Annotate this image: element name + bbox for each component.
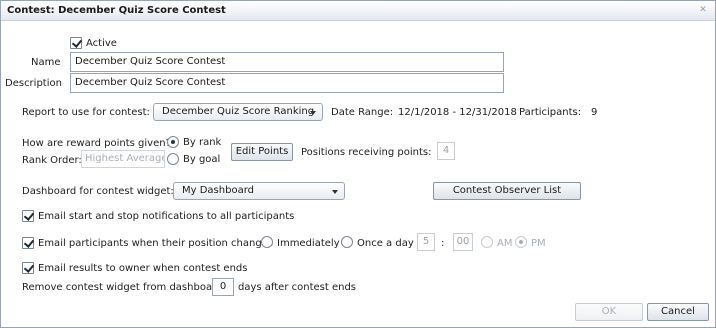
edit-points-button[interactable]: Edit Points [231, 143, 293, 161]
dashboard-select-value: My Dashboard [182, 185, 254, 196]
report-label: Report to use for contest: [22, 107, 150, 118]
participants-value: 9 [591, 107, 598, 118]
remove-widget-label: Remove contest widget from dashboard: [22, 282, 226, 293]
report-select-value: December Quiz Score Ranking [162, 106, 315, 117]
active-checkbox[interactable] [70, 37, 82, 49]
description-label: Description [5, 78, 62, 89]
name-label: Name [31, 57, 61, 68]
description-input[interactable]: December Quiz Score Contest [70, 73, 504, 93]
by-rank-label: By rank [183, 137, 222, 148]
chevron-down-icon [332, 190, 338, 194]
by-goal-label: By goal [183, 154, 221, 165]
minute-input[interactable]: 00 [453, 233, 473, 251]
email-position-checkbox[interactable] [22, 237, 34, 249]
name-input[interactable]: December Quiz Score Contest [70, 52, 504, 72]
remove-widget-suffix: days after contest ends [238, 282, 357, 293]
am-label: AM [497, 238, 513, 249]
positions-input[interactable]: 4 [437, 142, 455, 160]
positions-label: Positions receiving points: [301, 147, 432, 158]
remove-widget-days-input[interactable]: 0 [212, 278, 234, 296]
report-select[interactable]: December Quiz Score Ranking [153, 103, 323, 121]
dashboard-select[interactable]: My Dashboard [173, 182, 345, 200]
email-position-label: Email participants when their position c… [38, 238, 274, 249]
chevron-down-icon [310, 111, 316, 115]
email-start-stop-label: Email start and stop notifications to al… [38, 211, 295, 222]
cancel-button[interactable]: Cancel [647, 303, 709, 321]
rank-order-input[interactable]: Highest Average [81, 150, 165, 168]
close-icon[interactable]: ✕ [697, 4, 709, 16]
once-a-day-radio[interactable] [341, 236, 353, 248]
reward-label: How are reward points given? [22, 138, 171, 149]
participants-label: Participants: [519, 107, 582, 118]
ok-button[interactable]: OK [575, 303, 643, 321]
dashboard-label: Dashboard for contest widget: [22, 186, 174, 197]
email-results-label: Email results to owner when contest ends [38, 263, 248, 274]
active-label: Active [86, 38, 117, 49]
immediately-label: Immediately [277, 238, 340, 249]
rank-order-label: Rank Order: [22, 155, 82, 166]
once-a-day-label: Once a day [357, 238, 414, 249]
date-range-value: 12/1/2018 - 12/31/2018 [398, 107, 517, 118]
email-results-checkbox[interactable] [22, 262, 34, 274]
dialog-title: Contest: December Quiz Score Contest [7, 5, 226, 16]
immediately-radio[interactable] [261, 236, 273, 248]
by-rank-radio[interactable] [167, 136, 179, 148]
contest-dialog: Contest: December Quiz Score Contest ✕ A… [0, 0, 716, 328]
am-radio[interactable] [481, 236, 493, 248]
hour-input[interactable]: 5 [417, 233, 435, 251]
email-start-stop-checkbox[interactable] [22, 210, 34, 222]
pm-label: PM [531, 238, 546, 249]
pm-radio[interactable] [515, 236, 527, 248]
date-range-label: Date Range: [331, 107, 394, 118]
contest-observer-list-button[interactable]: Contest Observer List [433, 182, 581, 200]
by-goal-radio[interactable] [167, 153, 179, 165]
dialog-titlebar[interactable]: Contest: December Quiz Score Contest ✕ [1, 1, 715, 21]
time-separator: : [441, 238, 445, 249]
